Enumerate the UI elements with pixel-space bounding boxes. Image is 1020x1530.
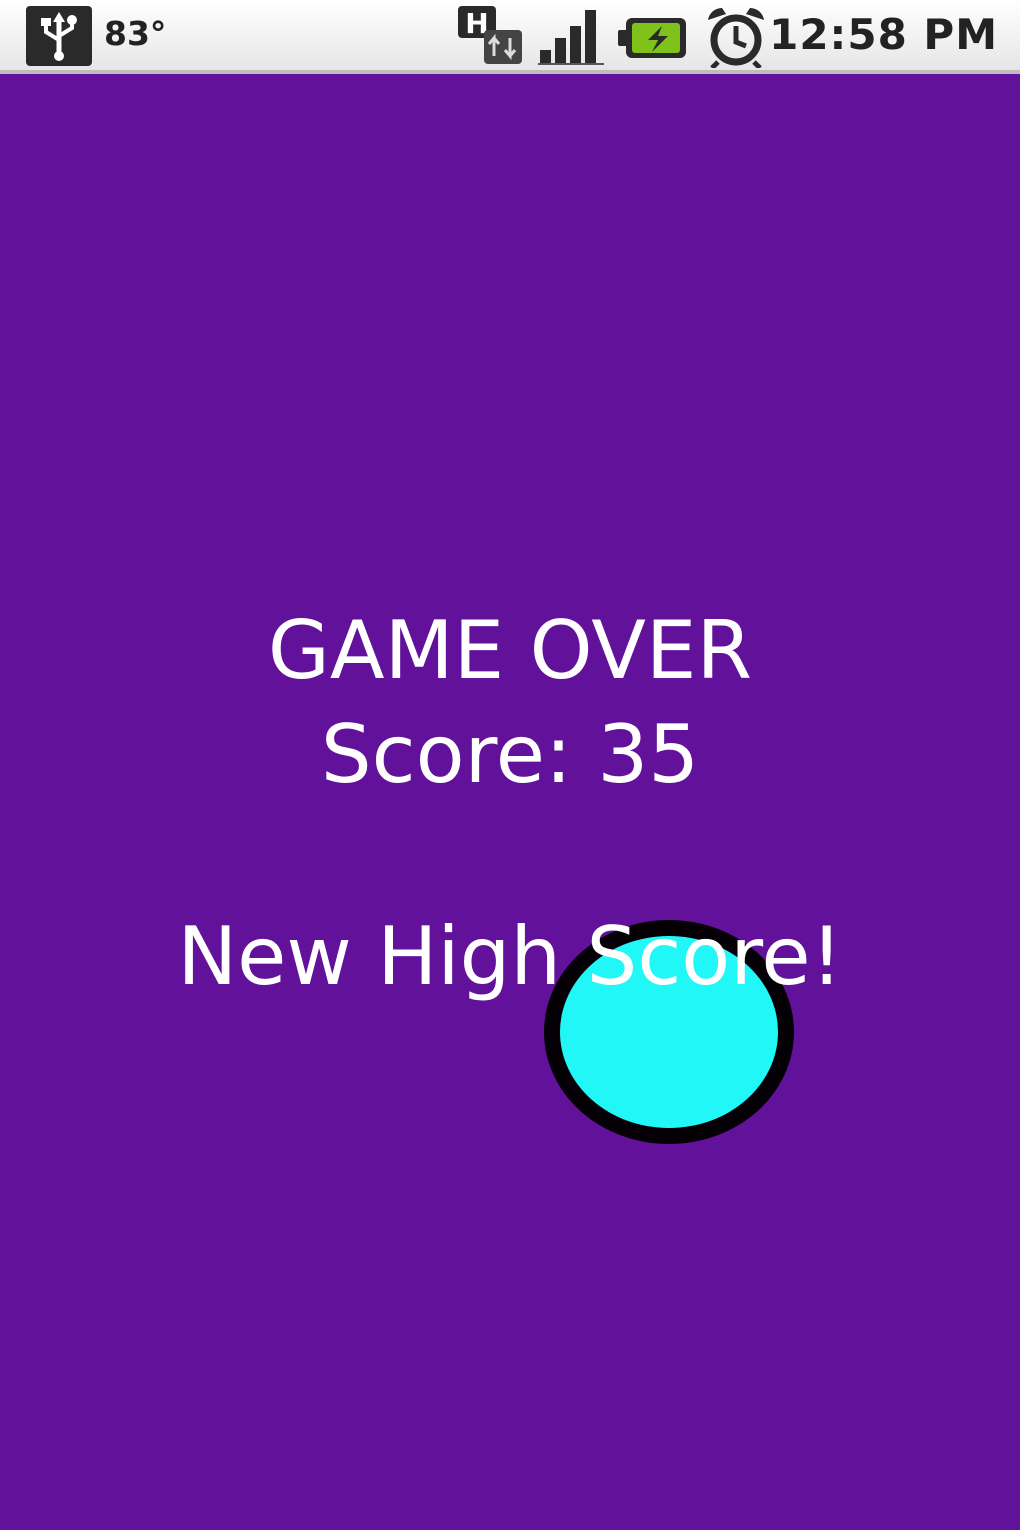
alarm-clock-icon [704, 6, 768, 72]
clock-time: 12:58 PM [769, 10, 998, 59]
hspa-data-icon: H [456, 6, 524, 70]
battery-charging-icon [618, 16, 688, 64]
signal-bars-icon [538, 6, 606, 70]
status-bar[interactable]: 83° H 12:58 PM [0, 0, 1020, 74]
temperature-reading: 83° [104, 14, 167, 53]
new-high-score-text: New High Score! [177, 910, 843, 1003]
game-over-title: GAME OVER [267, 604, 753, 697]
score-text: Score: 35 [320, 708, 700, 801]
game-canvas[interactable]: GAME OVER Score: 35 New High Score! [0, 74, 1020, 1530]
usb-icon [26, 6, 92, 70]
